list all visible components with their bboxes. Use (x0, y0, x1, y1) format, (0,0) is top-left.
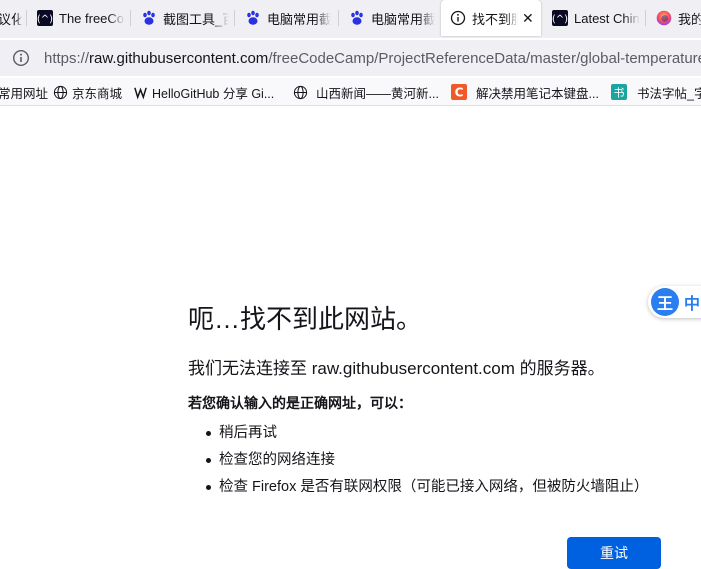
bookmark-label: 解决禁用笔记本键盘... (476, 86, 599, 101)
baidu-paw-icon (349, 10, 365, 26)
info-icon (450, 10, 466, 26)
svg-text:C: C (455, 86, 464, 100)
input-method-widget[interactable]: 王 中 (648, 286, 701, 318)
tab-4[interactable]: 电脑常用截图 (349, 0, 435, 36)
tab-separator (645, 10, 646, 26)
bookmark-item[interactable]: 常用网址 (0, 78, 49, 105)
tab-separator (26, 10, 27, 26)
bookmark-label: 京东商城 (72, 86, 123, 101)
bookmark-label: 书法字帖_字 (637, 86, 701, 101)
error-description: 我们无法连接至 raw.githubusercontent.com 的服务器。 (188, 359, 605, 378)
bookmarks-toolbar: 常用网址 京东商城 HelloGitHub 分享 Gi... 山西新闻——黄河新… (0, 78, 701, 106)
tab-separator (234, 10, 235, 26)
hellogithub-icon (132, 84, 148, 100)
bookmark-item[interactable]: 书 书法字帖_字 (611, 78, 701, 105)
tab-separator (338, 10, 339, 26)
tab-label: 议化 (0, 11, 22, 27)
shu-icon: 书 (611, 84, 627, 100)
tab-6[interactable]: (^) Latest Chinese (552, 0, 640, 36)
tab-label: Latest Chinese (574, 10, 640, 26)
error-subtitle: 若您确认输入的是正确网址，可以： (188, 395, 412, 411)
tab-strip: 议化 (^) The freeCodeCamp 截图工具_百度 电脑常用截图 电… (0, 0, 701, 38)
tab-active[interactable]: 找不到服务器 ✕ (441, 0, 541, 36)
tab-0[interactable]: 议化 (0, 0, 22, 36)
suggestion-list: 稍后再试 检查您的网络连接 检查 Firefox 是否有联网权限（可能已接入网络… (206, 423, 648, 504)
url-field[interactable]: https://raw.githubusercontent.com/freeCo… (12, 42, 701, 74)
list-item: 稍后再试 (206, 423, 648, 450)
tab-label: 截图工具_百度 (163, 11, 229, 27)
tab-3[interactable]: 电脑常用截图 (245, 0, 331, 36)
baidu-paw-icon (245, 10, 261, 26)
error-title: 呃…找不到此网站。 (188, 304, 423, 334)
firefox-icon (656, 10, 672, 26)
svg-text:(^): (^) (37, 14, 53, 25)
tab-label: 电脑常用截图 (267, 11, 331, 27)
tab-7[interactable]: 我的 (656, 0, 701, 36)
svg-text:书: 书 (614, 87, 625, 100)
bookmark-item[interactable]: 山西新闻——黄河新... (292, 78, 439, 105)
globe-icon (292, 84, 308, 100)
bookmark-item[interactable]: 京东商城 (52, 78, 123, 105)
svg-text:(^): (^) (552, 14, 568, 25)
tab-label: The freeCodeCamp (59, 10, 125, 26)
ime-mode-label: 中 (684, 296, 701, 313)
retry-button[interactable]: 重试 (567, 537, 661, 569)
site-info-icon[interactable] (12, 49, 30, 67)
bookmark-label: HelloGitHub 分享 Gi... (152, 86, 275, 101)
url-text: https://raw.githubusercontent.com/freeCo… (44, 50, 701, 67)
tab-separator (130, 10, 131, 26)
c-icon: C (451, 84, 467, 100)
bookmark-item[interactable]: HelloGitHub 分享 Gi... (132, 78, 275, 105)
close-tab-icon[interactable]: ✕ (522, 10, 534, 27)
list-item: 检查您的网络连接 (206, 450, 648, 477)
url-path: /freeCodeCamp/ProjectReferenceData/maste… (268, 49, 701, 67)
bookmark-label: 山西新闻——黄河新... (316, 86, 439, 101)
bookmark-item[interactable]: C 解决禁用笔记本键盘... (451, 78, 599, 105)
tab-label: 找不到服务器 (472, 11, 518, 27)
error-page: 呃…找不到此网站。 我们无法连接至 raw.githubusercontent.… (0, 107, 701, 569)
freecodecamp-icon: (^) (552, 10, 568, 26)
baidu-paw-icon (141, 10, 157, 26)
tab-2[interactable]: 截图工具_百度 (141, 0, 229, 36)
tab-1[interactable]: (^) The freeCodeCamp (37, 0, 125, 36)
freecodecamp-icon: (^) (37, 10, 53, 26)
list-item: 检查 Firefox 是否有联网权限（可能已接入网络，但被防火墙阻止） (206, 477, 648, 504)
url-bar: https://raw.githubusercontent.com/freeCo… (0, 40, 701, 76)
url-host: raw.githubusercontent.com (89, 49, 269, 67)
tab-label: 电脑常用截图 (371, 11, 435, 27)
url-scheme: https:// (44, 49, 90, 67)
ime-badge: 王 (651, 288, 679, 316)
bookmark-label: 常用网址 (0, 86, 49, 101)
globe-icon (52, 84, 68, 100)
tab-label: 我的 (678, 11, 701, 27)
